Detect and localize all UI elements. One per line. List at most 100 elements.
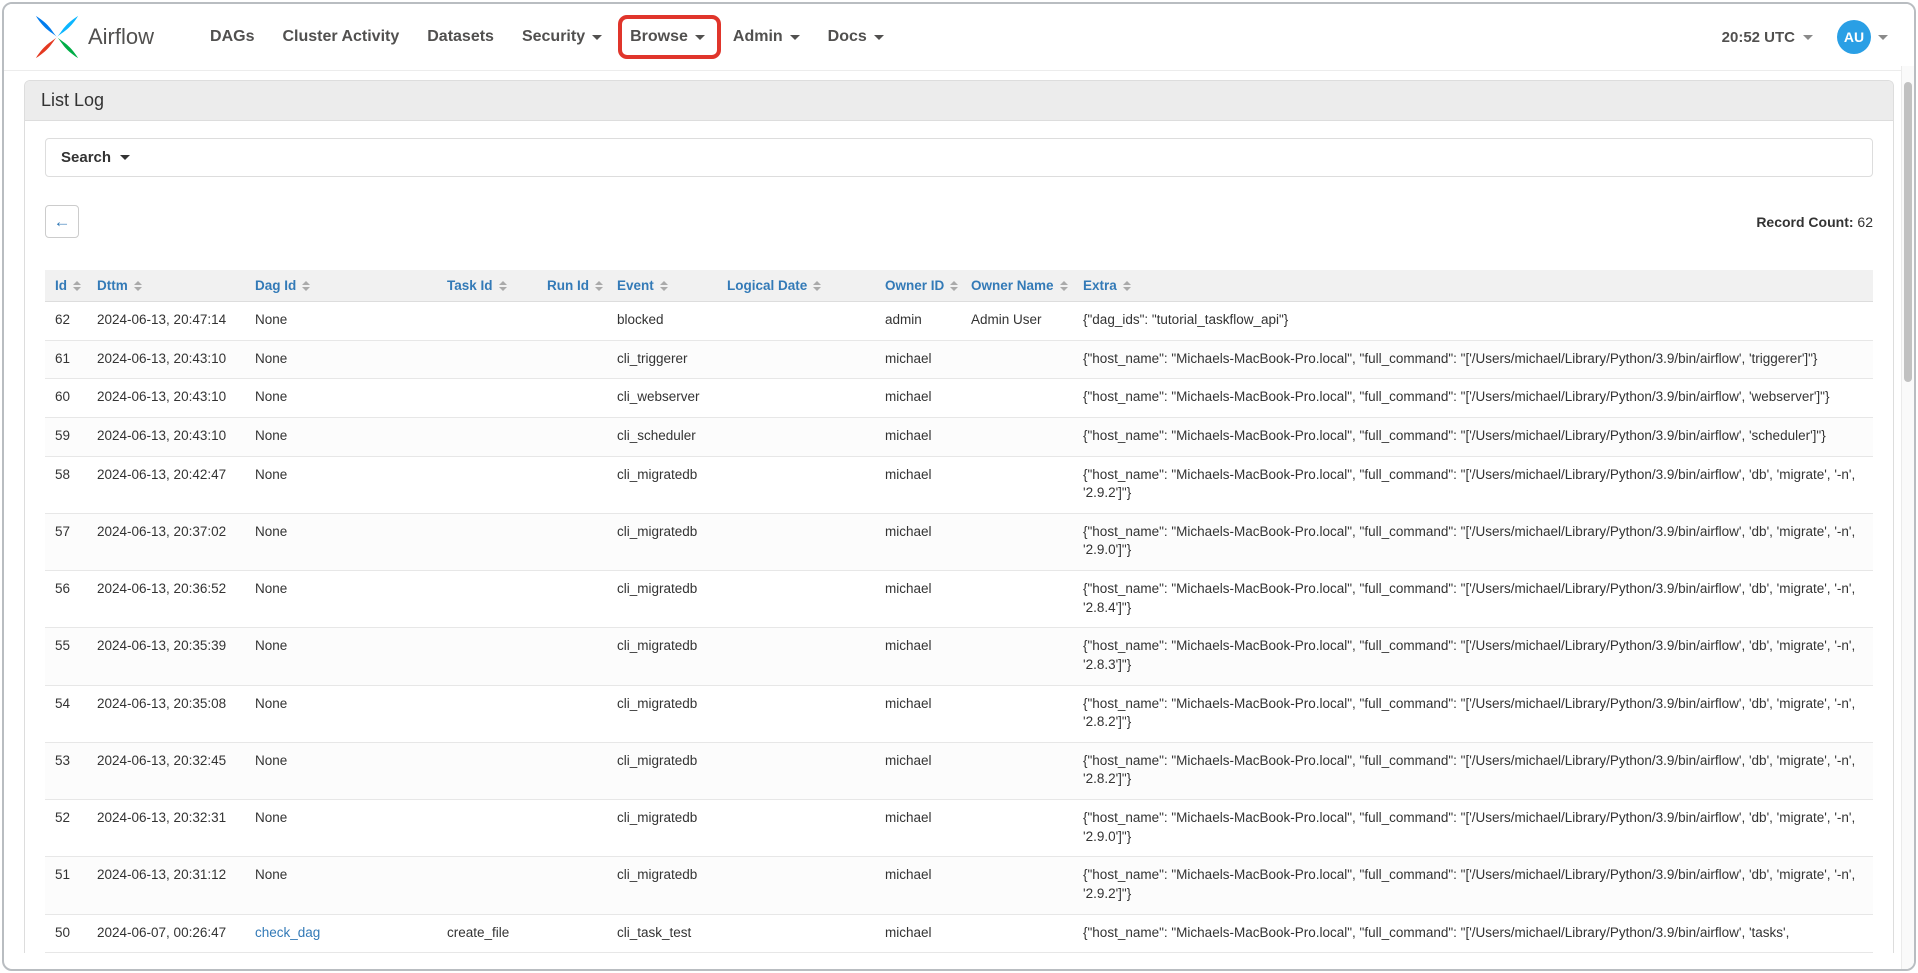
column-header[interactable]: Owner Name [961,270,1073,302]
cell-event: cli_migratedb [607,571,717,628]
cell-owner-id: michael [875,685,961,742]
cell-event: cli_triggerer [607,340,717,379]
cell-owner-name [961,742,1073,799]
sort-icon[interactable] [73,281,81,291]
clock-label: 20:52 UTC [1722,29,1795,46]
dag-id-text: None [255,696,287,711]
cell-id: 55 [45,628,87,685]
column-header[interactable]: Logical Date [717,270,875,302]
cell-owner-name [961,628,1073,685]
cell-owner-name [961,379,1073,418]
sort-icon[interactable] [595,281,603,291]
table-row: 53 2024-06-13, 20:32:45 None cli_migrate… [45,742,1873,799]
cell-extra: {"host_name": "Michaels-MacBook-Pro.loca… [1073,685,1873,742]
column-header-label: Dag Id [255,278,296,293]
cell-logical-date [717,628,875,685]
table-header: Id Dttm Dag Id [45,270,1873,302]
cell-dttm: 2024-06-13, 20:32:31 [87,800,245,857]
sort-icon[interactable] [1123,281,1131,291]
sort-icon[interactable] [302,281,310,291]
table-row: 56 2024-06-13, 20:36:52 None cli_migrate… [45,571,1873,628]
table-row: 55 2024-06-13, 20:35:39 None cli_migrate… [45,628,1873,685]
cell-dttm: 2024-06-13, 20:35:08 [87,685,245,742]
cell-task-id [437,456,537,513]
column-header-label: Id [55,278,67,293]
nav-item[interactable]: Docs [814,18,898,56]
sort-icon[interactable] [660,281,668,291]
navbar: Airflow DAGs Cluster Activity Datasets [4,4,1914,71]
sort-icon[interactable] [813,281,821,291]
column-header[interactable]: Dag Id [245,270,437,302]
cell-dag-id: None [245,417,437,456]
nav-item[interactable]: Cluster Activity [268,18,413,56]
nav-item[interactable]: DAGs [196,18,268,56]
scrollbar-thumb[interactable] [1904,82,1912,382]
cell-owner-id: michael [875,513,961,570]
column-header[interactable]: Id [45,270,87,302]
airflow-brand[interactable]: Airflow [34,14,154,60]
cell-run-id [537,857,607,914]
table-row: 60 2024-06-13, 20:43:10 None cli_webserv… [45,379,1873,418]
nav-item[interactable]: Browse [616,18,719,56]
column-header[interactable]: Extra [1073,270,1873,302]
column-header[interactable]: Event [607,270,717,302]
record-count: Record Count: 62 [1756,214,1873,230]
cell-run-id [537,628,607,685]
cell-extra: {"host_name": "Michaels-MacBook-Pro.loca… [1073,456,1873,513]
nav-item[interactable]: Datasets [413,18,508,56]
cell-dttm: 2024-06-13, 20:36:52 [87,571,245,628]
cell-logical-date [717,302,875,341]
cell-owner-name [961,685,1073,742]
dag-link[interactable]: check_dag [255,925,320,940]
cell-owner-name [961,800,1073,857]
user-menu[interactable]: AU [1837,20,1888,54]
dag-id-text: None [255,867,287,882]
cell-id: 61 [45,340,87,379]
column-header[interactable]: Dttm [87,270,245,302]
cell-dag-id: None [245,302,437,341]
cell-task-id [437,340,537,379]
cell-extra: {"host_name": "Michaels-MacBook-Pro.loca… [1073,379,1873,418]
sort-icon[interactable] [134,281,142,291]
sort-icon[interactable] [1060,281,1068,291]
column-header-label: Logical Date [727,278,807,293]
table-row: 59 2024-06-13, 20:43:10 None cli_schedul… [45,417,1873,456]
column-header-label: Task Id [447,278,493,293]
sort-icon[interactable] [950,281,958,291]
clock-dropdown[interactable]: 20:52 UTC [1722,29,1813,46]
back-button[interactable]: ← [45,205,79,238]
cell-dag-id: None [245,340,437,379]
cell-id: 51 [45,857,87,914]
column-header[interactable]: Owner ID [875,270,961,302]
cell-owner-id: michael [875,379,961,418]
cell-extra: {"host_name": "Michaels-MacBook-Pro.loca… [1073,571,1873,628]
cell-logical-date [717,571,875,628]
table-row: 52 2024-06-13, 20:32:31 None cli_migrate… [45,800,1873,857]
table-row: 58 2024-06-13, 20:42:47 None cli_migrate… [45,456,1873,513]
cell-dttm: 2024-06-13, 20:31:12 [87,857,245,914]
back-arrow-icon: ← [54,212,71,232]
nav-item-label: Docs [828,28,867,46]
cell-dag-id: None [245,456,437,513]
nav-item[interactable]: Admin [719,18,814,56]
cell-id: 59 [45,417,87,456]
scrollbar[interactable] [1901,66,1914,969]
cell-extra: {"host_name": "Michaels-MacBook-Pro.loca… [1073,513,1873,570]
cell-task-id [437,685,537,742]
cell-owner-id: michael [875,417,961,456]
cell-id: 53 [45,742,87,799]
cell-dag-id: check_dag [245,914,437,953]
cell-event: cli_scheduler [607,417,717,456]
search-toggle[interactable]: Search [45,138,1873,177]
cell-dag-id: None [245,800,437,857]
cell-event: cli_task_test [607,914,717,953]
column-header[interactable]: Task Id [437,270,537,302]
table-row: 61 2024-06-13, 20:43:10 None cli_trigger… [45,340,1873,379]
sort-icon[interactable] [499,281,507,291]
column-header-label: Dttm [97,278,128,293]
navbar-right: 20:52 UTC AU [1722,20,1888,54]
column-header[interactable]: Run Id [537,270,607,302]
cell-owner-name [961,857,1073,914]
cell-dttm: 2024-06-07, 00:26:47 [87,914,245,953]
nav-item[interactable]: Security [508,18,616,56]
